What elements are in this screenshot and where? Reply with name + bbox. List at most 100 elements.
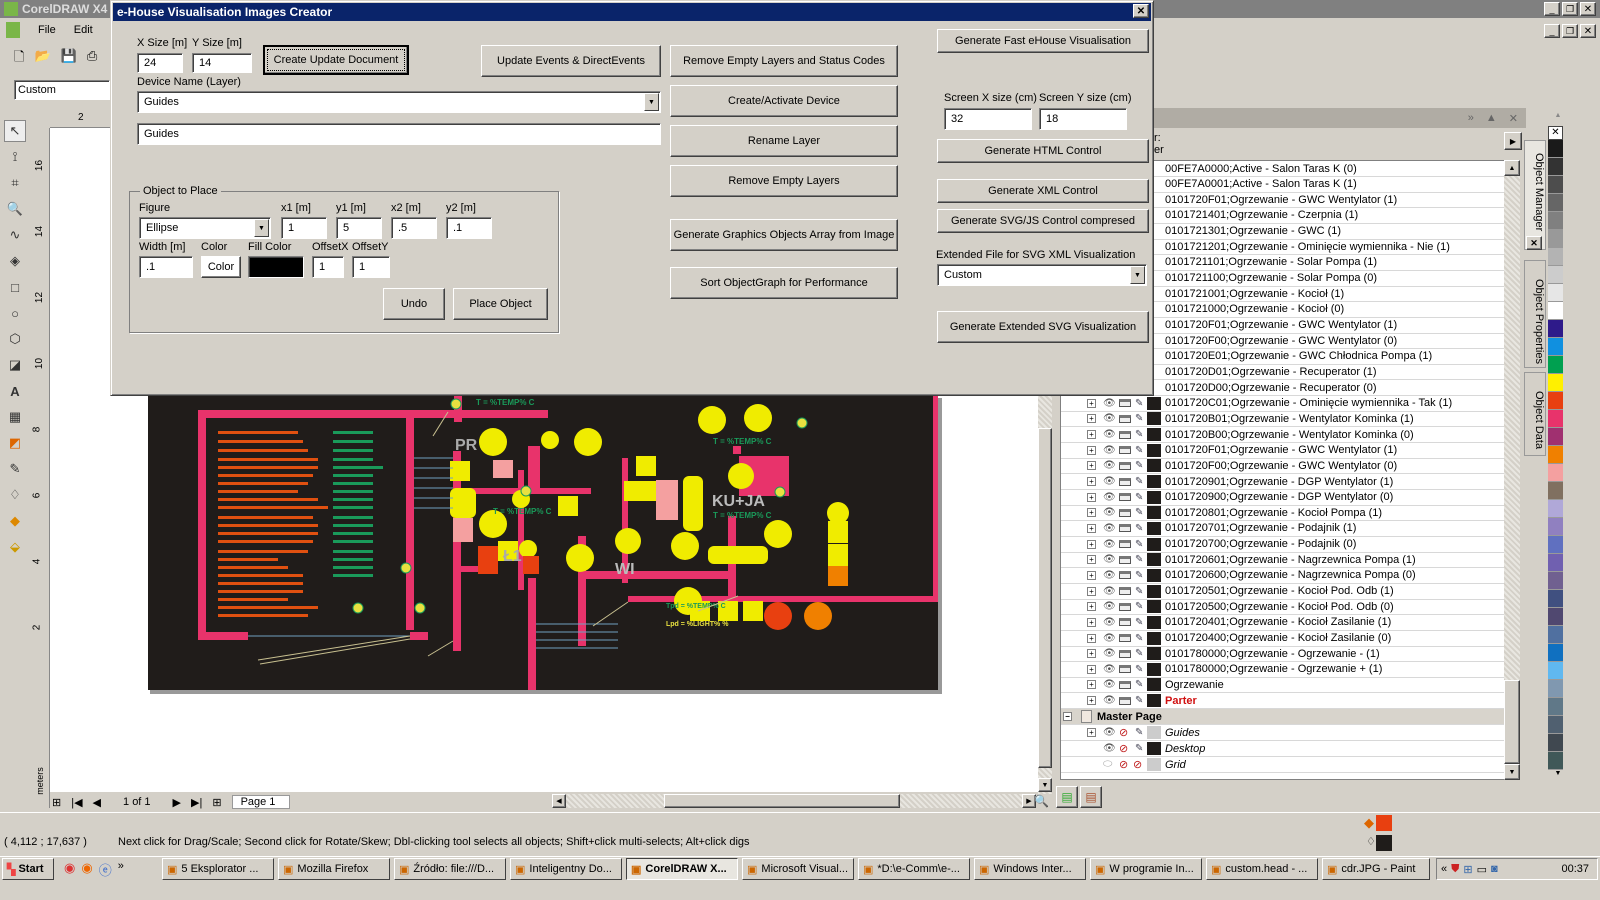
chevron-down-icon[interactable]: ▼ <box>254 219 269 237</box>
palette-swatch[interactable] <box>1548 500 1563 518</box>
palette-swatch[interactable] <box>1548 680 1563 698</box>
layer-row[interactable]: + 👁 ✎ 0101720401;Ogrzewanie - Kocioł Zasila… <box>1061 615 1505 631</box>
pick-tool-icon[interactable]: ↖ <box>4 120 26 142</box>
expand-icon[interactable]: + <box>1087 430 1096 440</box>
editable-icon[interactable]: ✎ <box>1135 554 1143 565</box>
taskbar-button[interactable]: ▣ 5 Eksplorator ... <box>162 858 274 880</box>
printable-icon[interactable] <box>1119 524 1131 533</box>
printable-icon[interactable] <box>1119 461 1131 470</box>
master-layer-row[interactable]: + 👁 ⊘ ✎ Guides <box>1061 725 1505 741</box>
expand-icon[interactable]: + <box>1087 728 1096 737</box>
last-page-icon[interactable]: ▶| <box>191 796 202 809</box>
layer-row[interactable]: + 👁 ✎ 0101720C01;Ogrzewanie - Ominięcie wym… <box>1061 396 1505 412</box>
visible-icon[interactable]: 👁 <box>1103 413 1116 424</box>
layer-row-active[interactable]: + 👁 ✎ Parter <box>1061 693 1505 709</box>
open-folder-icon[interactable]: 📂 <box>34 48 50 70</box>
layer-row[interactable]: + 👁 ✎ 0101720400;Ogrzewanie - Kocioł Zasila… <box>1061 631 1505 647</box>
interactive-blend-tool-icon[interactable]: ◩ <box>4 432 26 454</box>
visible-icon[interactable]: 👁 <box>1103 476 1116 487</box>
printable-icon[interactable] <box>1119 477 1131 486</box>
chrome-icon[interactable]: ◉ <box>64 860 75 879</box>
taskbar-button[interactable]: ▣ CorelDRAW X... <box>626 858 738 880</box>
printable-icon[interactable] <box>1119 587 1131 596</box>
palette-swatch[interactable] <box>1548 392 1563 410</box>
visible-icon[interactable]: 👁 <box>1103 601 1116 612</box>
layer-row[interactable]: + 👁 ✎ 0101720900;Ogrzewanie - DGP Wentylato… <box>1061 490 1505 506</box>
expand-icon[interactable]: + <box>1087 445 1096 455</box>
canvas-hscrollbar[interactable]: ◀ ▶ <box>552 794 1036 808</box>
extended-file-select[interactable]: Custom ▼ <box>937 264 1147 286</box>
not-printable-icon[interactable]: ⊘ <box>1119 758 1128 771</box>
menu-edit[interactable]: Edit <box>74 24 93 36</box>
page-tab[interactable]: Page 1 <box>231 795 291 809</box>
close-button[interactable]: ✕ <box>1580 2 1596 16</box>
not-editable-icon[interactable]: ⊘ <box>1133 758 1142 771</box>
new-master-layer-button[interactable]: ▤ <box>1080 786 1102 808</box>
offsetx-input[interactable]: 1 <box>312 256 344 278</box>
taskbar-button[interactable]: ▣ *D:\e-Comm\e-... <box>858 858 970 880</box>
screen-y-input[interactable]: 18 <box>1039 108 1127 130</box>
editable-icon[interactable]: ✎ <box>1135 523 1143 534</box>
tab-object-data[interactable]: Object Data <box>1524 372 1546 456</box>
tab-object-manager[interactable]: Object Manager <box>1524 140 1546 250</box>
remove-empty-layers-button[interactable]: Remove Empty Layers <box>670 165 898 197</box>
palette-scroll-down[interactable]: ▼ <box>1548 770 1568 784</box>
device-name-select[interactable]: Guides ▼ <box>137 91 661 113</box>
palette-swatch[interactable] <box>1548 572 1563 590</box>
printable-icon[interactable] <box>1119 430 1131 439</box>
color-button[interactable]: Color <box>201 256 241 278</box>
device-name-input[interactable]: Guides <box>137 123 661 145</box>
printable-icon[interactable] <box>1119 399 1131 408</box>
palette-swatch[interactable] <box>1548 140 1563 158</box>
taskbar-button[interactable]: ▣ Windows Inter... <box>974 858 1086 880</box>
taskbar-button[interactable]: ▣ custom.head - ... <box>1206 858 1318 880</box>
visible-icon[interactable]: 👁 <box>1103 570 1116 581</box>
editable-icon[interactable]: ✎ <box>1135 633 1143 644</box>
not-printable-icon[interactable]: ⊘ <box>1119 742 1128 755</box>
security-icon[interactable]: ⛊ <box>1451 863 1459 876</box>
printable-icon[interactable] <box>1119 602 1131 611</box>
zoom-tool-icon[interactable]: 🔍 <box>4 198 26 220</box>
screen-x-input[interactable]: 32 <box>944 108 1032 130</box>
visible-icon[interactable]: 👁 <box>1103 679 1116 690</box>
fill-color-swatch[interactable] <box>1376 815 1392 831</box>
editable-icon[interactable]: ✎ <box>1135 743 1143 754</box>
update-events-button[interactable]: Update Events & DirectEvents <box>481 45 661 77</box>
expand-icon[interactable]: + <box>1087 586 1096 596</box>
palette-swatch[interactable] <box>1548 752 1563 770</box>
master-page-row[interactable]: − Master Page <box>1061 709 1505 725</box>
printable-icon[interactable] <box>1119 414 1131 423</box>
master-layer-row[interactable]: ⬭ ⊘ ⊘ Grid <box>1061 757 1505 773</box>
app-tray-icon[interactable]: ◙ <box>1491 863 1498 875</box>
palette-swatch[interactable] <box>1548 482 1563 500</box>
docker-collapse-icon[interactable]: ▲ <box>1486 112 1497 124</box>
doc-restore-button[interactable]: ❐ <box>1562 24 1578 38</box>
palette-scroll-up[interactable]: ▲ <box>1548 112 1568 126</box>
smart-fill-tool-icon[interactable]: ◈ <box>4 250 26 272</box>
palette-swatch[interactable] <box>1548 212 1563 230</box>
palette-swatch[interactable] <box>1548 608 1563 626</box>
palette-swatch[interactable] <box>1548 590 1563 608</box>
zoom-navigator-icon[interactable]: 🔍 <box>1034 794 1049 808</box>
x-size-input[interactable]: 24 <box>137 53 183 73</box>
y2-input[interactable]: .1 <box>446 217 492 239</box>
palette-swatch[interactable] <box>1548 662 1563 680</box>
zoom-combo[interactable]: Custom <box>14 80 110 100</box>
palette-swatch[interactable] <box>1548 320 1563 338</box>
editable-icon[interactable]: ✎ <box>1135 570 1143 581</box>
rename-layer-button[interactable]: Rename Layer <box>670 125 898 157</box>
dialog-close-button[interactable]: ✕ <box>1133 4 1149 18</box>
docker-expand-icon[interactable]: » <box>1468 112 1474 124</box>
visible-icon[interactable]: 👁 <box>1103 554 1116 565</box>
vscroll-down-arrow[interactable]: ▼ <box>1038 778 1052 792</box>
shape-tool-icon[interactable]: ⟟ <box>4 146 26 168</box>
taskbar-button[interactable]: ▣ cdr.JPG - Paint <box>1322 858 1430 880</box>
fill-color-button[interactable] <box>248 256 304 278</box>
visible-icon[interactable]: 👁 <box>1103 617 1116 628</box>
layer-row[interactable]: + 👁 ✎ Ogrzewanie <box>1061 677 1505 694</box>
outline-tool-icon[interactable]: ♢ <box>4 484 26 506</box>
taskbar-button[interactable]: ▣ Źródło: file:///D... <box>394 858 506 880</box>
quick-launch-more-icon[interactable]: » <box>118 860 124 879</box>
palette-swatch[interactable] <box>1548 428 1563 446</box>
palette-swatch[interactable] <box>1548 284 1563 302</box>
